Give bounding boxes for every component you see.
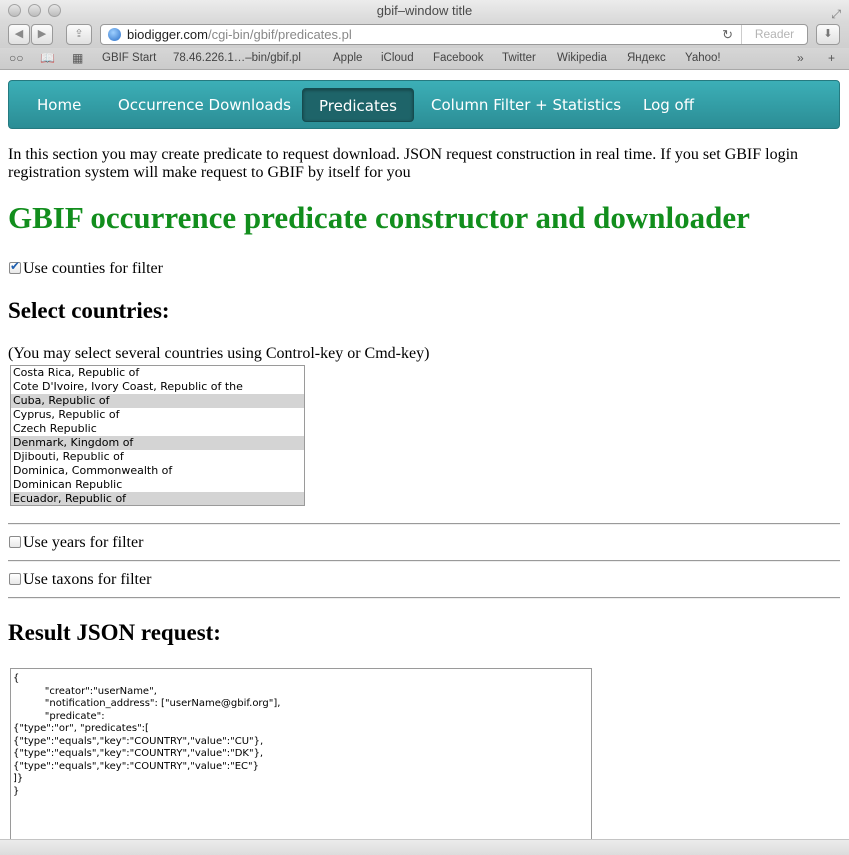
site-navbar: Home Occurrence Downloads Predicates Col…	[8, 80, 840, 129]
use-counties-checkbox[interactable]	[9, 259, 21, 274]
country-option[interactable]: Costa Rica, Republic of	[11, 366, 304, 380]
reader-button[interactable]: Reader	[741, 25, 807, 44]
use-counties-filter[interactable]: Use counties for filter	[9, 259, 163, 278]
forward-button[interactable]: ▶	[31, 24, 53, 45]
json-request-textarea[interactable]: { "creator":"userName", "notification_ad…	[10, 668, 592, 848]
window-title: gbif–window title	[376, 3, 473, 18]
country-option[interactable]: Cote D'Ivoire, Ivory Coast, Republic of …	[11, 380, 304, 394]
countries-listbox[interactable]: Costa Rica, Republic of Cote D'Ivoire, I…	[10, 365, 305, 506]
divider	[8, 560, 840, 562]
country-option[interactable]: Cyprus, Republic of	[11, 408, 304, 422]
url-path: /cgi-bin/gbif/predicates.pl	[207, 27, 352, 42]
country-option[interactable]: Djibouti, Republic of	[11, 450, 304, 464]
use-taxons-label: Use taxons for filter	[23, 571, 152, 588]
country-option[interactable]: Dominica, Commonwealth of	[11, 464, 304, 478]
minimize-window-button[interactable]	[28, 4, 41, 17]
bookmark-item[interactable]: iCloud	[381, 48, 414, 69]
chevron-right-icon[interactable]: »	[797, 48, 804, 69]
reload-icon[interactable]: ↻	[722, 25, 733, 44]
use-years-checkbox[interactable]	[9, 536, 21, 548]
page-title: GBIF occurrence predicate constructor an…	[8, 200, 750, 235]
use-years-filter[interactable]: Use years for filter	[9, 534, 143, 552]
select-countries-hint: (You may select several countries using …	[8, 345, 430, 362]
result-json-heading: Result JSON request:	[8, 620, 221, 645]
globe-icon	[108, 28, 121, 41]
nav-column-filter-statistics[interactable]: Column Filter + Statistics	[415, 88, 637, 122]
url-host: biodigger.com	[127, 27, 208, 42]
browser-toolbar: ◀ ▶ ⇪ biodigger.com/cgi-bin/gbif/predica…	[0, 22, 849, 48]
select-countries-heading: Select countries:	[8, 298, 170, 323]
bookmark-item[interactable]: Twitter	[502, 48, 536, 69]
back-button[interactable]: ◀	[8, 24, 30, 45]
zoom-window-button[interactable]	[48, 4, 61, 17]
intro-text: In this section you may create predicate…	[8, 146, 799, 181]
horizontal-scrollbar[interactable]	[0, 839, 849, 855]
bookmarks-bar: ○○ 📖 ▦ GBIF Start 78.46.226.1…–bin/gbif.…	[0, 48, 849, 70]
country-option[interactable]: Czech Republic	[11, 422, 304, 436]
top-sites-icon[interactable]: ▦	[72, 48, 83, 69]
use-counties-label: Use counties for filter	[23, 260, 163, 277]
bookmark-item[interactable]: 78.46.226.1…–bin/gbif.pl	[173, 48, 301, 69]
nav-predicates[interactable]: Predicates	[302, 88, 414, 122]
divider	[8, 597, 840, 599]
nav-log-off[interactable]: Log off	[627, 88, 710, 122]
country-option[interactable]: Denmark, Kingdom of	[11, 436, 304, 450]
use-taxons-filter[interactable]: Use taxons for filter	[9, 571, 151, 589]
address-bar[interactable]: biodigger.com/cgi-bin/gbif/predicates.pl…	[100, 24, 808, 45]
bookmark-item[interactable]: Yahoo!	[685, 48, 721, 69]
use-years-label: Use years for filter	[23, 534, 144, 551]
share-button[interactable]: ⇪	[66, 24, 92, 45]
reading-list-icon[interactable]: ○○	[9, 48, 24, 69]
use-taxons-checkbox[interactable]	[9, 573, 21, 585]
bookmarks-icon[interactable]: 📖	[40, 48, 55, 69]
bookmark-item[interactable]: Facebook	[433, 48, 484, 69]
bookmark-item[interactable]: Яндекс	[627, 48, 666, 69]
country-option[interactable]: Dominican Republic	[11, 478, 304, 492]
window-titlebar: gbif–window title ⤢	[0, 0, 849, 22]
bookmark-item[interactable]: Apple	[333, 48, 362, 69]
bookmark-item[interactable]: Wikipedia	[557, 48, 607, 69]
nav-home[interactable]: Home	[21, 88, 97, 122]
country-option[interactable]: Ecuador, Republic of	[11, 492, 304, 505]
close-window-button[interactable]	[8, 4, 21, 17]
new-tab-plus-icon[interactable]: +	[828, 48, 835, 69]
bookmark-item[interactable]: GBIF Start	[102, 48, 156, 69]
divider	[8, 523, 840, 525]
country-option[interactable]: Cuba, Republic of	[11, 394, 304, 408]
downloads-button[interactable]: ⬇	[816, 24, 840, 45]
nav-occurrence-downloads[interactable]: Occurrence Downloads	[102, 88, 307, 122]
